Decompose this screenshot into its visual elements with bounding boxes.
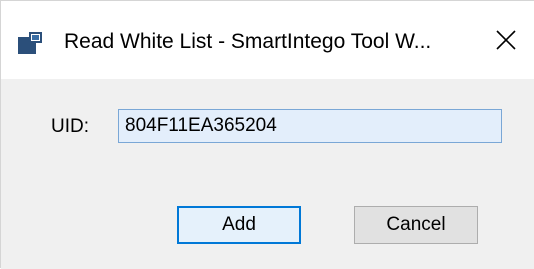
uid-label: UID: (51, 116, 89, 137)
dialog-body: UID: Add Cancel (1, 79, 534, 269)
close-button[interactable] (491, 25, 521, 59)
cancel-button[interactable]: Cancel (354, 206, 478, 244)
title-bar: Read White List - SmartIntego Tool W... (1, 1, 534, 79)
window-title: Read White List - SmartIntego Tool W... (64, 30, 432, 53)
close-icon (496, 29, 516, 55)
app-window-icon (18, 32, 42, 54)
uid-input[interactable] (118, 109, 502, 143)
add-button[interactable]: Add (177, 206, 301, 244)
read-white-list-dialog: Read White List - SmartIntego Tool W... … (0, 0, 534, 269)
